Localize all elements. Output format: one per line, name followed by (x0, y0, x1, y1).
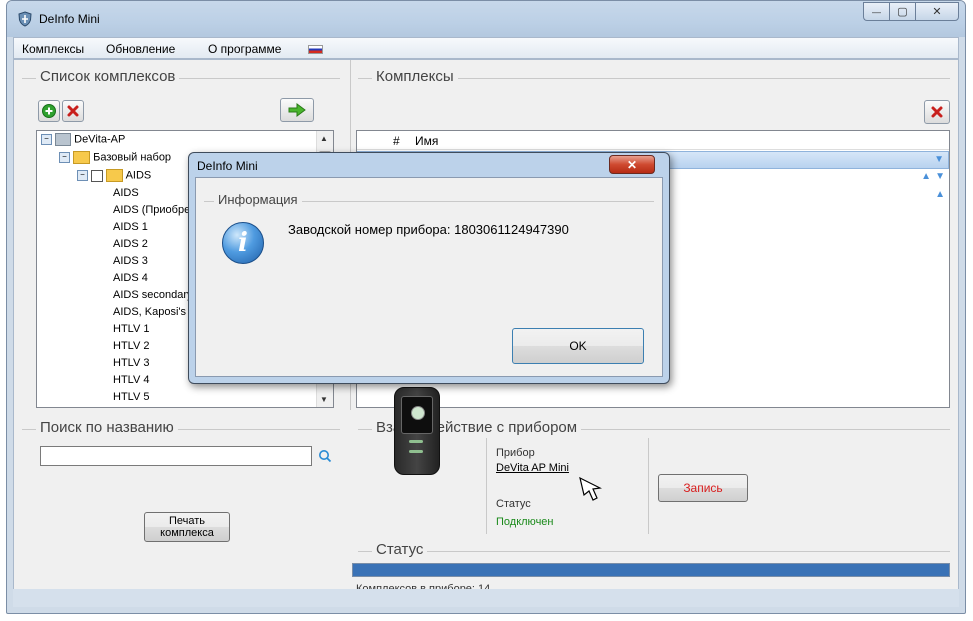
folder-icon (106, 169, 124, 182)
maximize-icon: ▢ (897, 6, 908, 18)
info-icon: i (222, 222, 264, 264)
delete-icon (931, 106, 943, 118)
progress-bar (352, 563, 950, 577)
complex-list-heading: Список комплексов (36, 68, 180, 85)
title-bar: DeInfo Mini — ▢ ✕ (7, 1, 965, 37)
minimize-button[interactable]: — (863, 2, 889, 21)
maximize-button[interactable]: ▢ (889, 2, 915, 21)
scroll-up-icon[interactable]: ▲ (320, 134, 328, 143)
tree-leaf[interactable]: AIDS, Kaposi's (113, 306, 186, 318)
group-line (358, 551, 950, 552)
close-icon: ✕ (932, 6, 942, 18)
window-title: DeInfo Mini (39, 12, 100, 26)
complexes-heading: Комплексы (372, 68, 458, 85)
move-up-icon[interactable]: ▲ (935, 189, 945, 200)
folder-icon (73, 151, 91, 164)
tree-label: Базовый набор (93, 151, 172, 164)
delete-icon (67, 105, 79, 117)
window-controls: — ▢ ✕ (863, 2, 959, 22)
arrow-right-icon (288, 103, 306, 117)
move-down-icon[interactable]: ▼ (935, 171, 945, 182)
tree-leaf[interactable]: HTLV 1 (113, 323, 149, 335)
checkbox[interactable] (91, 169, 104, 182)
remove-from-device-button[interactable] (924, 100, 950, 124)
add-to-device-button[interactable] (280, 98, 314, 122)
tree-leaf[interactable]: HTLV 4 (113, 374, 149, 386)
tree-leaf[interactable]: AIDS (113, 187, 139, 199)
status-heading: Статус (372, 541, 428, 558)
tree-node-basic-set[interactable]: − Базовый набор (59, 151, 171, 164)
cursor-icon (579, 476, 602, 501)
tree-leaf[interactable]: AIDS (Приобре (113, 204, 190, 216)
menu-complexes[interactable]: Комплексы (22, 42, 84, 56)
device-label: Прибор (496, 447, 535, 459)
delete-complex-button[interactable] (62, 100, 84, 122)
table-header: # Имя (357, 131, 949, 150)
tree-leaf[interactable]: AIDS secondary (113, 289, 192, 301)
menu-update[interactable]: Обновление (106, 42, 175, 56)
device-name-link[interactable]: DeVita AP Mini (496, 462, 569, 474)
dialog-message: Заводской номер прибора: 180306112494739… (288, 222, 569, 237)
search-heading: Поиск по названию (36, 419, 178, 436)
russian-flag-icon[interactable] (308, 45, 323, 54)
tree-node-aids[interactable]: − AIDS (77, 169, 151, 182)
close-icon: ✕ (626, 157, 638, 172)
device-button-icon (409, 440, 423, 443)
print-complex-button[interactable]: Печать комплекса (144, 512, 230, 542)
tree-leaf[interactable]: AIDS 1 (113, 221, 148, 233)
tree-leaf[interactable]: AIDS 2 (113, 238, 148, 250)
move-up-icon[interactable]: ▲ (921, 171, 931, 182)
device-logo-icon (411, 406, 425, 420)
connection-status: Подключен (496, 516, 554, 528)
menu-about[interactable]: О программе (208, 42, 281, 56)
tree-label: DeVita-AP (74, 133, 126, 146)
tree-leaf[interactable]: HTLV 2 (113, 340, 149, 352)
write-button[interactable]: Запись (658, 474, 748, 502)
tree-node-devita[interactable]: − DeVita-AP (41, 133, 125, 146)
info-dialog: DeInfo Mini ✕ Информация i Заводской ном… (188, 152, 670, 384)
shield-icon (18, 11, 32, 27)
tree-leaf[interactable]: HTLV 5 (113, 391, 149, 403)
dialog-body: Информация i Заводской номер прибора: 18… (195, 177, 663, 377)
column-number[interactable]: # (393, 134, 400, 148)
print-label-line2: комплекса (160, 527, 214, 539)
divider (648, 438, 649, 534)
add-complex-button[interactable] (38, 100, 60, 122)
column-name[interactable]: Имя (415, 134, 438, 148)
minimize-icon: — (872, 6, 881, 17)
tree-leaf[interactable]: AIDS 3 (113, 255, 148, 267)
tree-leaf[interactable]: HTLV 3 (113, 357, 149, 369)
dialog-group-heading: Информация (214, 192, 302, 207)
collapse-icon[interactable]: − (59, 152, 70, 163)
dialog-title: DeInfo Mini (197, 159, 258, 173)
search-icon[interactable] (318, 449, 332, 463)
collapse-icon[interactable]: − (77, 170, 88, 181)
status-bar (13, 589, 959, 607)
tree-label: AIDS (125, 169, 152, 182)
menu-bar: Комплексы Обновление О программе (13, 37, 959, 59)
device-image (394, 387, 440, 475)
scroll-down-icon[interactable]: ▼ (320, 395, 328, 404)
close-button[interactable]: ✕ (915, 2, 959, 21)
tree-leaf[interactable]: AIDS 4 (113, 272, 148, 284)
ok-button[interactable]: OK (512, 328, 644, 364)
device-button-icon (409, 450, 423, 453)
status-label: Статус (496, 498, 531, 510)
device-screen (401, 396, 433, 434)
add-icon (42, 104, 56, 118)
collapse-icon[interactable]: − (41, 134, 52, 145)
move-down-icon[interactable]: ▼ (934, 154, 944, 165)
print-label-line1: Печать (168, 515, 206, 527)
divider (486, 438, 487, 534)
search-input[interactable] (40, 446, 312, 466)
dialog-close-button[interactable]: ✕ (609, 155, 655, 174)
device-icon (55, 133, 72, 146)
